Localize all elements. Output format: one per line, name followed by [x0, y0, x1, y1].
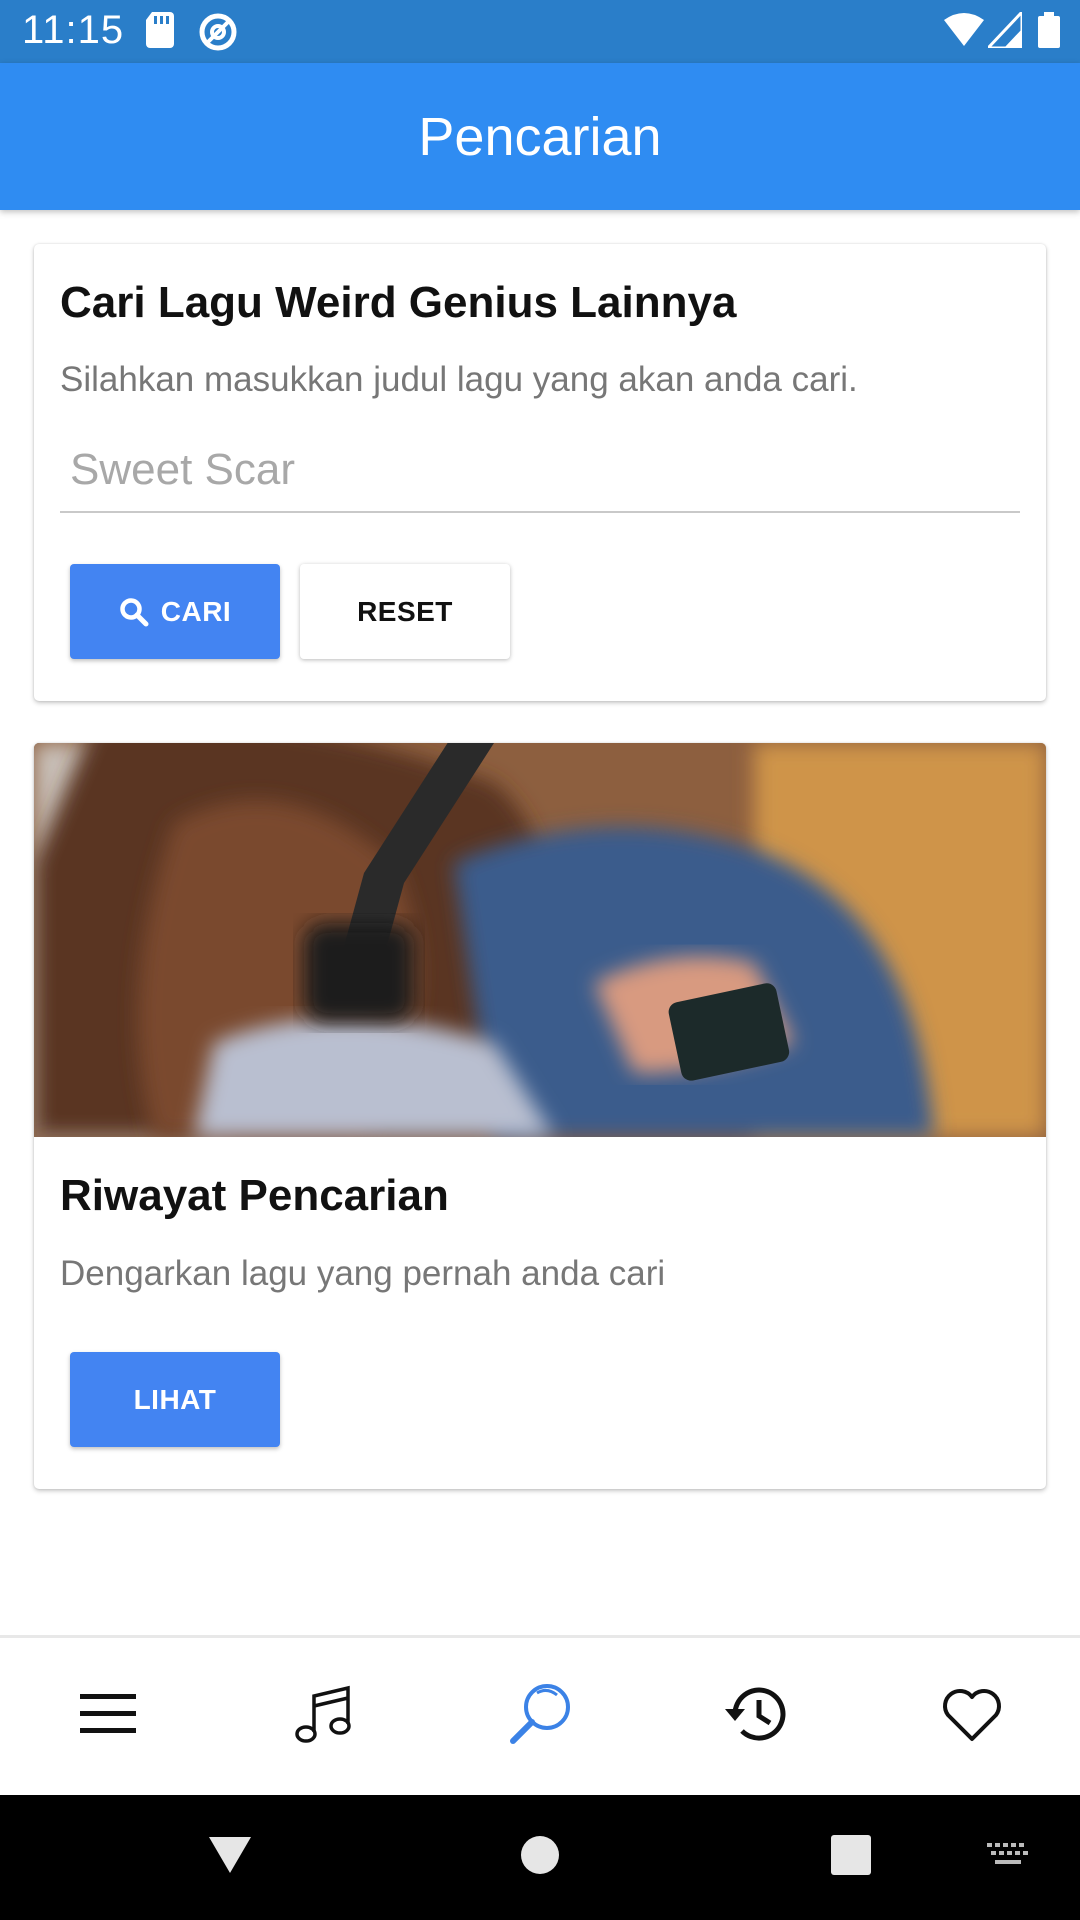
recents-square-icon	[831, 1835, 871, 1880]
keyboard-icon	[987, 1843, 1029, 1872]
home-button[interactable]	[518, 1795, 562, 1920]
view-history-button[interactable]: LIHAT	[70, 1352, 280, 1447]
back-triangle-icon	[207, 1835, 253, 1880]
music-note-icon	[294, 1684, 354, 1749]
search-field	[60, 429, 1020, 513]
menu-icon	[80, 1692, 136, 1741]
page-title: Pencarian	[418, 106, 662, 167]
history-card: Riwayat Pencarian Dengarkan lagu yang pe…	[34, 743, 1046, 1489]
keyboard-button[interactable]	[986, 1795, 1030, 1920]
search-card-title: Cari Lagu Weird Genius Lainnya	[60, 278, 737, 327]
home-circle-icon	[520, 1835, 560, 1880]
recents-button[interactable]	[830, 1795, 872, 1920]
nav-item-menu[interactable]	[0, 1638, 216, 1795]
search-button[interactable]: CARI	[70, 564, 280, 659]
nav-item-history[interactable]	[648, 1638, 864, 1795]
system-navigation-bar	[0, 1795, 1080, 1920]
nav-item-music[interactable]	[216, 1638, 432, 1795]
status-time: 11:15	[22, 8, 125, 52]
at-sign-icon	[198, 12, 238, 57]
search-card: Cari Lagu Weird Genius Lainnya Silahkan …	[34, 244, 1046, 701]
view-history-button-label: LIHAT	[133, 1383, 217, 1415]
back-button[interactable]	[200, 1795, 260, 1920]
battery-icon	[1038, 12, 1060, 53]
history-card-title: Riwayat Pencarian	[60, 1171, 449, 1220]
reset-button[interactable]: RESET	[300, 564, 510, 659]
headphones-photo	[34, 743, 1046, 1137]
nav-item-search[interactable]	[432, 1638, 648, 1795]
wifi-icon	[944, 12, 984, 51]
search-button-label: CARI	[160, 595, 232, 627]
reset-button-label: RESET	[357, 595, 453, 627]
app-root: 11:15 Pencarian Cari Lagu Weird Genius L…	[0, 0, 1080, 1920]
history-icon	[723, 1683, 789, 1750]
history-card-description: Dengarkan lagu yang pernah anda cari	[60, 1254, 666, 1293]
status-bar: 11:15	[0, 0, 1080, 63]
signal-icon	[984, 8, 1024, 53]
sd-card-icon	[146, 12, 176, 53]
search-card-description: Silahkan masukkan judul lagu yang akan a…	[60, 360, 858, 399]
search-input[interactable]	[60, 445, 1020, 495]
app-bar: Pencarian	[0, 63, 1080, 210]
heart-icon	[940, 1685, 1004, 1748]
nav-item-favorites[interactable]	[864, 1638, 1080, 1795]
bottom-navigation	[0, 1638, 1080, 1795]
search-icon	[119, 597, 149, 627]
search-icon	[507, 1681, 573, 1752]
